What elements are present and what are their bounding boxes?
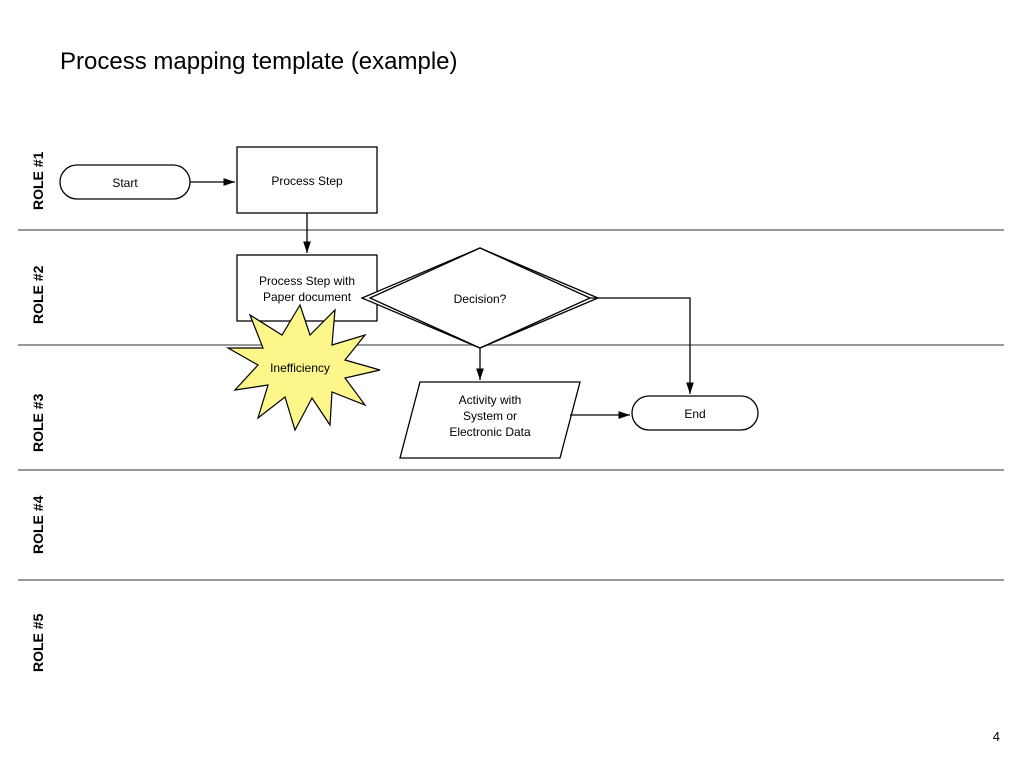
process-step-node: Process Step	[237, 147, 377, 213]
flowchart-canvas: Start Process Step Process Step with Pap…	[0, 0, 1024, 768]
decision-node-shape: Decision?	[370, 248, 590, 348]
paper-step-node: Process Step with Paper document	[237, 255, 377, 321]
inefficiency-burst: Inefficiency	[228, 305, 380, 430]
page-number: 4	[993, 729, 1000, 744]
svg-text:Process Step: Process Step	[271, 174, 343, 188]
svg-text:Activity with: Activity with	[459, 393, 522, 407]
svg-text:System or: System or	[463, 409, 517, 423]
svg-text:Process Step with: Process Step with	[259, 274, 355, 288]
svg-text:Electronic Data: Electronic Data	[449, 425, 531, 439]
end-node: End	[632, 396, 758, 430]
svg-text:Inefficiency: Inefficiency	[270, 361, 330, 375]
start-node: Start	[60, 165, 190, 199]
svg-text:Decision?: Decision?	[454, 292, 507, 306]
svg-text:Paper document: Paper document	[263, 290, 352, 304]
svg-text:Start: Start	[112, 176, 138, 190]
svg-text:End: End	[684, 407, 705, 421]
activity-node: Activity with System or Electronic Data	[400, 382, 580, 458]
